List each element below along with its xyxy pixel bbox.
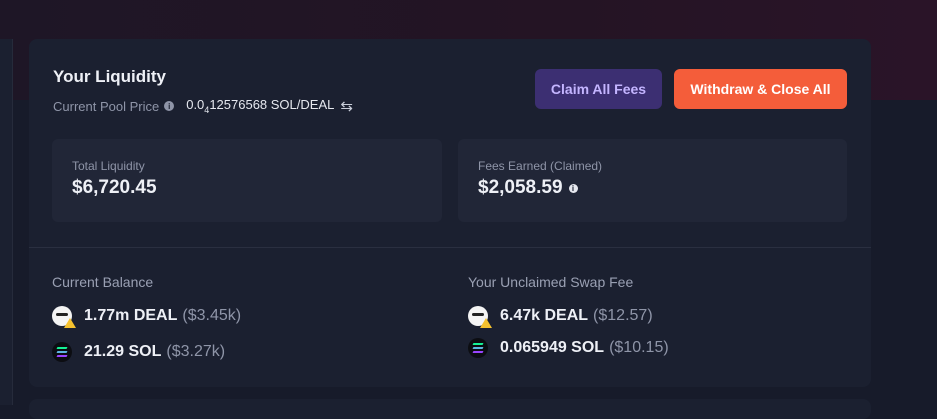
balance-sol-amount: 21.29 SOL bbox=[84, 343, 162, 360]
unclaimed-sol-amount: 0.065949 SOL bbox=[500, 339, 605, 356]
total-liquidity-panel: Total Liquidity $6,720.45 bbox=[52, 139, 442, 222]
current-balance-label: Current Balance bbox=[52, 274, 154, 290]
sol-token-icon bbox=[468, 338, 488, 358]
liquidity-title: Your Liquidity bbox=[53, 67, 167, 86]
deal-token-icon bbox=[52, 306, 76, 328]
swap-direction-icon[interactable]: ⇆ bbox=[340, 97, 353, 115]
balance-deal-usd: ($3.45k) bbox=[182, 307, 242, 324]
total-liquidity-value: $6,720.45 bbox=[72, 177, 157, 198]
section-divider bbox=[29, 247, 871, 248]
fees-earned-panel: Fees Earned (Claimed) $2,058.59 i bbox=[458, 139, 847, 222]
fees-info-icon[interactable]: i bbox=[568, 183, 578, 193]
left-panel-edge bbox=[0, 39, 13, 405]
balance-sol-row: 21.29 SOL ($3.27k) bbox=[52, 342, 225, 362]
pool-price-value: 0.0412576568 SOL/DEAL bbox=[186, 97, 335, 115]
unclaimed-sol-usd: ($10.15) bbox=[609, 339, 669, 356]
deal-token-icon bbox=[468, 306, 492, 328]
unclaimed-deal-amount: 6.47k DEAL bbox=[500, 307, 589, 324]
pool-price-label: Current Pool Price bbox=[53, 98, 160, 114]
unclaimed-fee-label: Your Unclaimed Swap Fee bbox=[468, 274, 634, 290]
unclaimed-deal-usd: ($12.57) bbox=[593, 307, 653, 324]
fees-earned-label: Fees Earned (Claimed) bbox=[478, 159, 603, 173]
next-card-edge bbox=[29, 399, 871, 419]
balance-deal-row: 1.77m DEAL ($3.45k) bbox=[52, 306, 242, 328]
sol-token-icon bbox=[52, 342, 72, 362]
fees-earned-value: $2,058.59 i bbox=[478, 177, 578, 199]
balance-deal-amount: 1.77m DEAL bbox=[84, 307, 178, 324]
withdraw-close-all-button[interactable]: Withdraw & Close All bbox=[674, 69, 847, 109]
balance-sol-usd: ($3.27k) bbox=[166, 343, 226, 360]
total-liquidity-label: Total Liquidity bbox=[72, 159, 145, 173]
pool-price-row: Current Pool Price i 0.0412576568 SOL/DE… bbox=[53, 97, 353, 115]
unclaimed-deal-row: 6.47k DEAL ($12.57) bbox=[468, 306, 653, 328]
info-icon[interactable]: i bbox=[164, 101, 175, 111]
unclaimed-sol-row: 0.065949 SOL ($10.15) bbox=[468, 338, 669, 358]
claim-all-fees-button[interactable]: Claim All Fees bbox=[535, 69, 662, 109]
liquidity-card: Your Liquidity Current Pool Price i 0.04… bbox=[29, 39, 871, 387]
